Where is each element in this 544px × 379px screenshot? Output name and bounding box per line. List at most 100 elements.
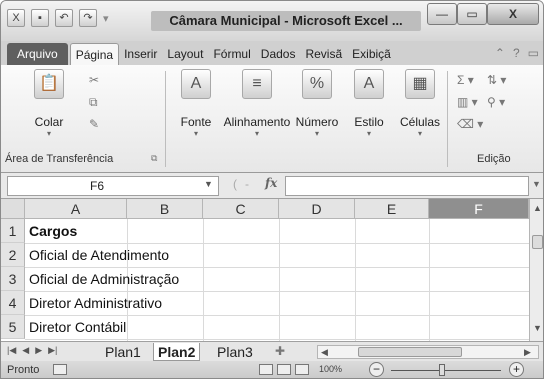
ribbon: 📋 Colar ▾ ✂ ⧉ ✎ Área de Transferência ⧉ … (1, 65, 543, 173)
insert-sheet-icon[interactable]: ✚ (275, 344, 285, 358)
column-header-a[interactable]: A (25, 199, 127, 219)
view-buttons (259, 364, 309, 375)
zoom-slider-thumb[interactable] (439, 364, 445, 376)
last-sheet-icon[interactable]: ▶| (48, 345, 57, 356)
help-icon[interactable]: ? (513, 46, 520, 60)
row-header-5[interactable]: 5 (1, 315, 25, 339)
tab-dados[interactable]: Dados (256, 43, 301, 65)
maximize-button[interactable]: ▭ (457, 3, 487, 25)
insert-function-icon[interactable]: fx (265, 176, 277, 190)
cell-a5[interactable]: Diretor Contábil (29, 315, 126, 339)
find-select-icon[interactable]: ⚲ ▾ (487, 95, 505, 109)
number-label: Número (295, 115, 339, 129)
tab-layout[interactable]: Layout (162, 43, 208, 65)
scroll-down-icon[interactable]: ▼ (533, 323, 542, 333)
zoom-slider-track[interactable] (391, 370, 501, 371)
tab-inserir[interactable]: Inserir (119, 43, 162, 65)
tab-formulas[interactable]: Fórmul (208, 43, 255, 65)
column-header-e[interactable]: E (355, 199, 429, 219)
clipboard-launcher-icon[interactable]: ⧉ (151, 153, 157, 164)
column-header-b[interactable]: B (127, 199, 203, 219)
cells-button[interactable]: ▦ Células ▾ (395, 69, 445, 139)
select-all-button[interactable] (1, 199, 25, 219)
page-layout-view-icon[interactable] (277, 364, 291, 375)
name-box-dropdown-icon[interactable]: ▼ (204, 179, 213, 189)
prev-sheet-icon[interactable]: ◀ (22, 345, 29, 356)
paste-icon: 📋 (34, 69, 64, 99)
gridline (279, 219, 280, 341)
format-painter-icon[interactable]: ✎ (89, 117, 99, 131)
tab-pagina[interactable]: Página (69, 43, 120, 65)
row-header-3[interactable]: 3 (1, 267, 25, 291)
cell-a4[interactable]: Diretor Administrativo (29, 291, 162, 315)
column-header-f[interactable]: F (429, 199, 529, 219)
horizontal-scroll-thumb[interactable] (358, 347, 462, 357)
column-header-c[interactable]: C (203, 199, 279, 219)
collapse-ribbon-icon[interactable]: ⌃ (495, 46, 505, 60)
formula-input[interactable] (285, 176, 529, 196)
column-header-d[interactable]: D (279, 199, 355, 219)
tab-arquivo[interactable]: Arquivo (7, 43, 68, 65)
autosum-icon[interactable]: Σ ▾ (457, 73, 474, 87)
row-header-1[interactable]: 1 (1, 219, 25, 243)
clipboard-group-label: Área de Transferência (5, 153, 114, 165)
enter-entry-icon[interactable]: - (245, 177, 249, 191)
copy-icon[interactable]: ⧉ (89, 95, 98, 110)
cell-a3[interactable]: Oficial de Administração (29, 267, 179, 291)
save-icon[interactable]: ▪ (31, 9, 49, 27)
font-button[interactable]: A Fonte ▾ (171, 69, 221, 139)
style-button[interactable]: A Estilo ▾ (347, 69, 391, 139)
scroll-left-icon[interactable]: ◀ (321, 347, 328, 358)
row-header-4[interactable]: 4 (1, 291, 25, 315)
zoom-out-icon[interactable]: − (369, 362, 384, 377)
alignment-button[interactable]: ≡ Alinhamento ▾ (223, 69, 291, 139)
sheet-tab-plan2[interactable]: Plan2 (153, 343, 201, 361)
minimize-workbook-icon[interactable]: ▭ (528, 46, 539, 60)
editing-group-label: Edição (477, 153, 511, 165)
redo-icon[interactable]: ↷ (79, 9, 97, 27)
name-box[interactable]: F6 ▼ (7, 176, 219, 196)
horizontal-scrollbar[interactable]: ◀ ▶ (317, 345, 539, 359)
page-break-view-icon[interactable] (295, 364, 309, 375)
scroll-right-icon[interactable]: ▶ (524, 347, 531, 358)
excel-logo-icon[interactable]: X (7, 9, 25, 27)
vertical-scrollbar[interactable]: ▲ ▼ (529, 199, 543, 341)
title-bar: X ▪ ↶ ↷ ▾ Câmara Municipal - Microsoft E… (1, 1, 543, 41)
vertical-scroll-thumb[interactable] (532, 235, 543, 249)
cancel-entry-icon[interactable]: ( (233, 177, 237, 191)
ribbon-separator (447, 71, 448, 167)
paste-button[interactable]: 📋 Colar ▾ (19, 69, 79, 139)
paste-dropdown-icon[interactable]: ▾ (19, 129, 79, 139)
close-button[interactable]: X (487, 3, 539, 25)
zoom-in-icon[interactable]: + (509, 362, 524, 377)
cut-icon[interactable]: ✂ (89, 73, 99, 87)
sort-filter-icon[interactable]: ⇅ ▾ (487, 73, 506, 87)
ribbon-separator (165, 71, 166, 167)
scroll-up-icon[interactable]: ▲ (533, 203, 542, 213)
excel-window: X ▪ ↶ ↷ ▾ Câmara Municipal - Microsoft E… (0, 0, 544, 379)
fill-icon[interactable]: ▥ ▾ (457, 95, 478, 109)
tab-exibicao[interactable]: Exibiçã (347, 43, 396, 65)
clear-icon[interactable]: ⌫ ▾ (457, 117, 483, 131)
paste-label: Colar (34, 115, 64, 129)
normal-view-icon[interactable] (259, 364, 273, 375)
macro-record-icon[interactable] (53, 364, 67, 375)
undo-icon[interactable]: ↶ (55, 9, 73, 27)
zoom-level[interactable]: 100% (319, 364, 342, 374)
style-label: Estilo (354, 115, 384, 129)
row-header-2[interactable]: 2 (1, 243, 25, 267)
next-sheet-icon[interactable]: ▶ (35, 345, 42, 356)
minimize-button[interactable]: — (427, 3, 457, 25)
gridline (203, 219, 204, 341)
sheet-tab-plan1[interactable]: Plan1 (105, 343, 141, 361)
number-button[interactable]: % Número ▾ (291, 69, 343, 139)
cell-a1[interactable]: Cargos (29, 219, 77, 243)
cell-a2[interactable]: Oficial de Atendimento (29, 243, 169, 267)
first-sheet-icon[interactable]: |◀ (7, 345, 16, 356)
window-title: Câmara Municipal - Microsoft Excel ... (151, 11, 421, 31)
tab-revisao[interactable]: Revisã (300, 43, 347, 65)
cells-icon: ▦ (405, 69, 435, 99)
sheet-tab-plan3[interactable]: Plan3 (217, 343, 253, 361)
customize-toolbar-icon[interactable]: ▾ (103, 12, 109, 25)
expand-formula-bar-icon[interactable]: ▼ (532, 179, 541, 189)
